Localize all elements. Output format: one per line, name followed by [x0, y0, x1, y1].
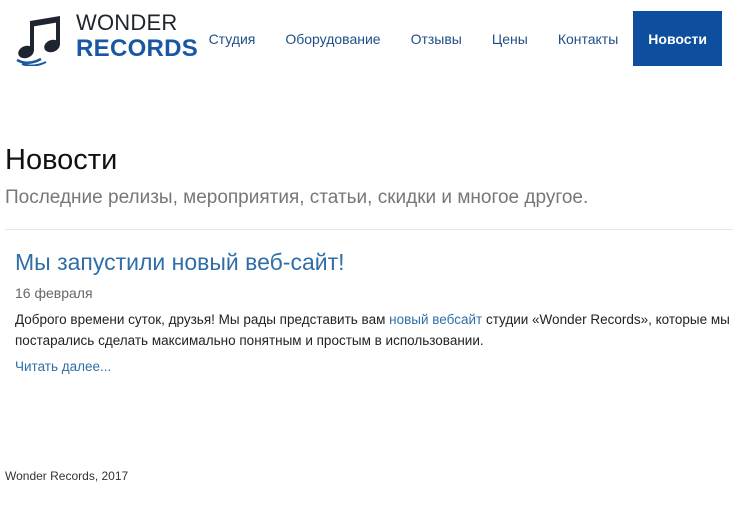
site-footer: Wonder Records, 2017 — [5, 469, 128, 483]
nav-item-equipment[interactable]: Оборудование — [270, 11, 395, 66]
post-excerpt: Доброго времени суток, друзья! Мы рады п… — [15, 309, 733, 351]
logo-text-line2: RECORDS — [76, 35, 199, 62]
music-note-icon — [16, 16, 60, 66]
nav-item-reviews[interactable]: Отзывы — [396, 11, 477, 66]
new-website-link[interactable]: новый вебсайт — [389, 312, 482, 327]
page-title: Новости — [5, 144, 118, 176]
site-logo[interactable]: WONDER RECORDS — [14, 11, 198, 67]
footer-copyright: Wonder Records, 2017 — [5, 469, 129, 483]
page-subtitle: Последние релизы, мероприятия, статьи, с… — [5, 187, 589, 208]
logo-text-line1: WONDER — [76, 10, 178, 35]
page: WONDER RECORDS Студия Оборудование Отзыв… — [0, 0, 733, 520]
nav-item-studio[interactable]: Студия — [194, 11, 271, 66]
main-nav: Студия Оборудование Отзывы Цены Контакты… — [194, 11, 722, 66]
logo-text: WONDER RECORDS — [76, 11, 198, 61]
divider — [5, 229, 733, 230]
post-date: 16 февраля — [15, 285, 93, 301]
read-more-link[interactable]: Читать далее... — [15, 359, 111, 374]
post-text-before: Доброго времени суток, друзья! Мы рады п… — [15, 312, 390, 327]
nav-item-news[interactable]: Новости — [633, 11, 722, 66]
nav-item-contacts[interactable]: Контакты — [543, 11, 633, 66]
news-post: Мы запустили новый веб-сайт! 16 февраля … — [15, 249, 733, 376]
nav-item-prices[interactable]: Цены — [477, 11, 543, 66]
post-title-link[interactable]: Мы запустили новый веб-сайт! — [15, 249, 733, 276]
